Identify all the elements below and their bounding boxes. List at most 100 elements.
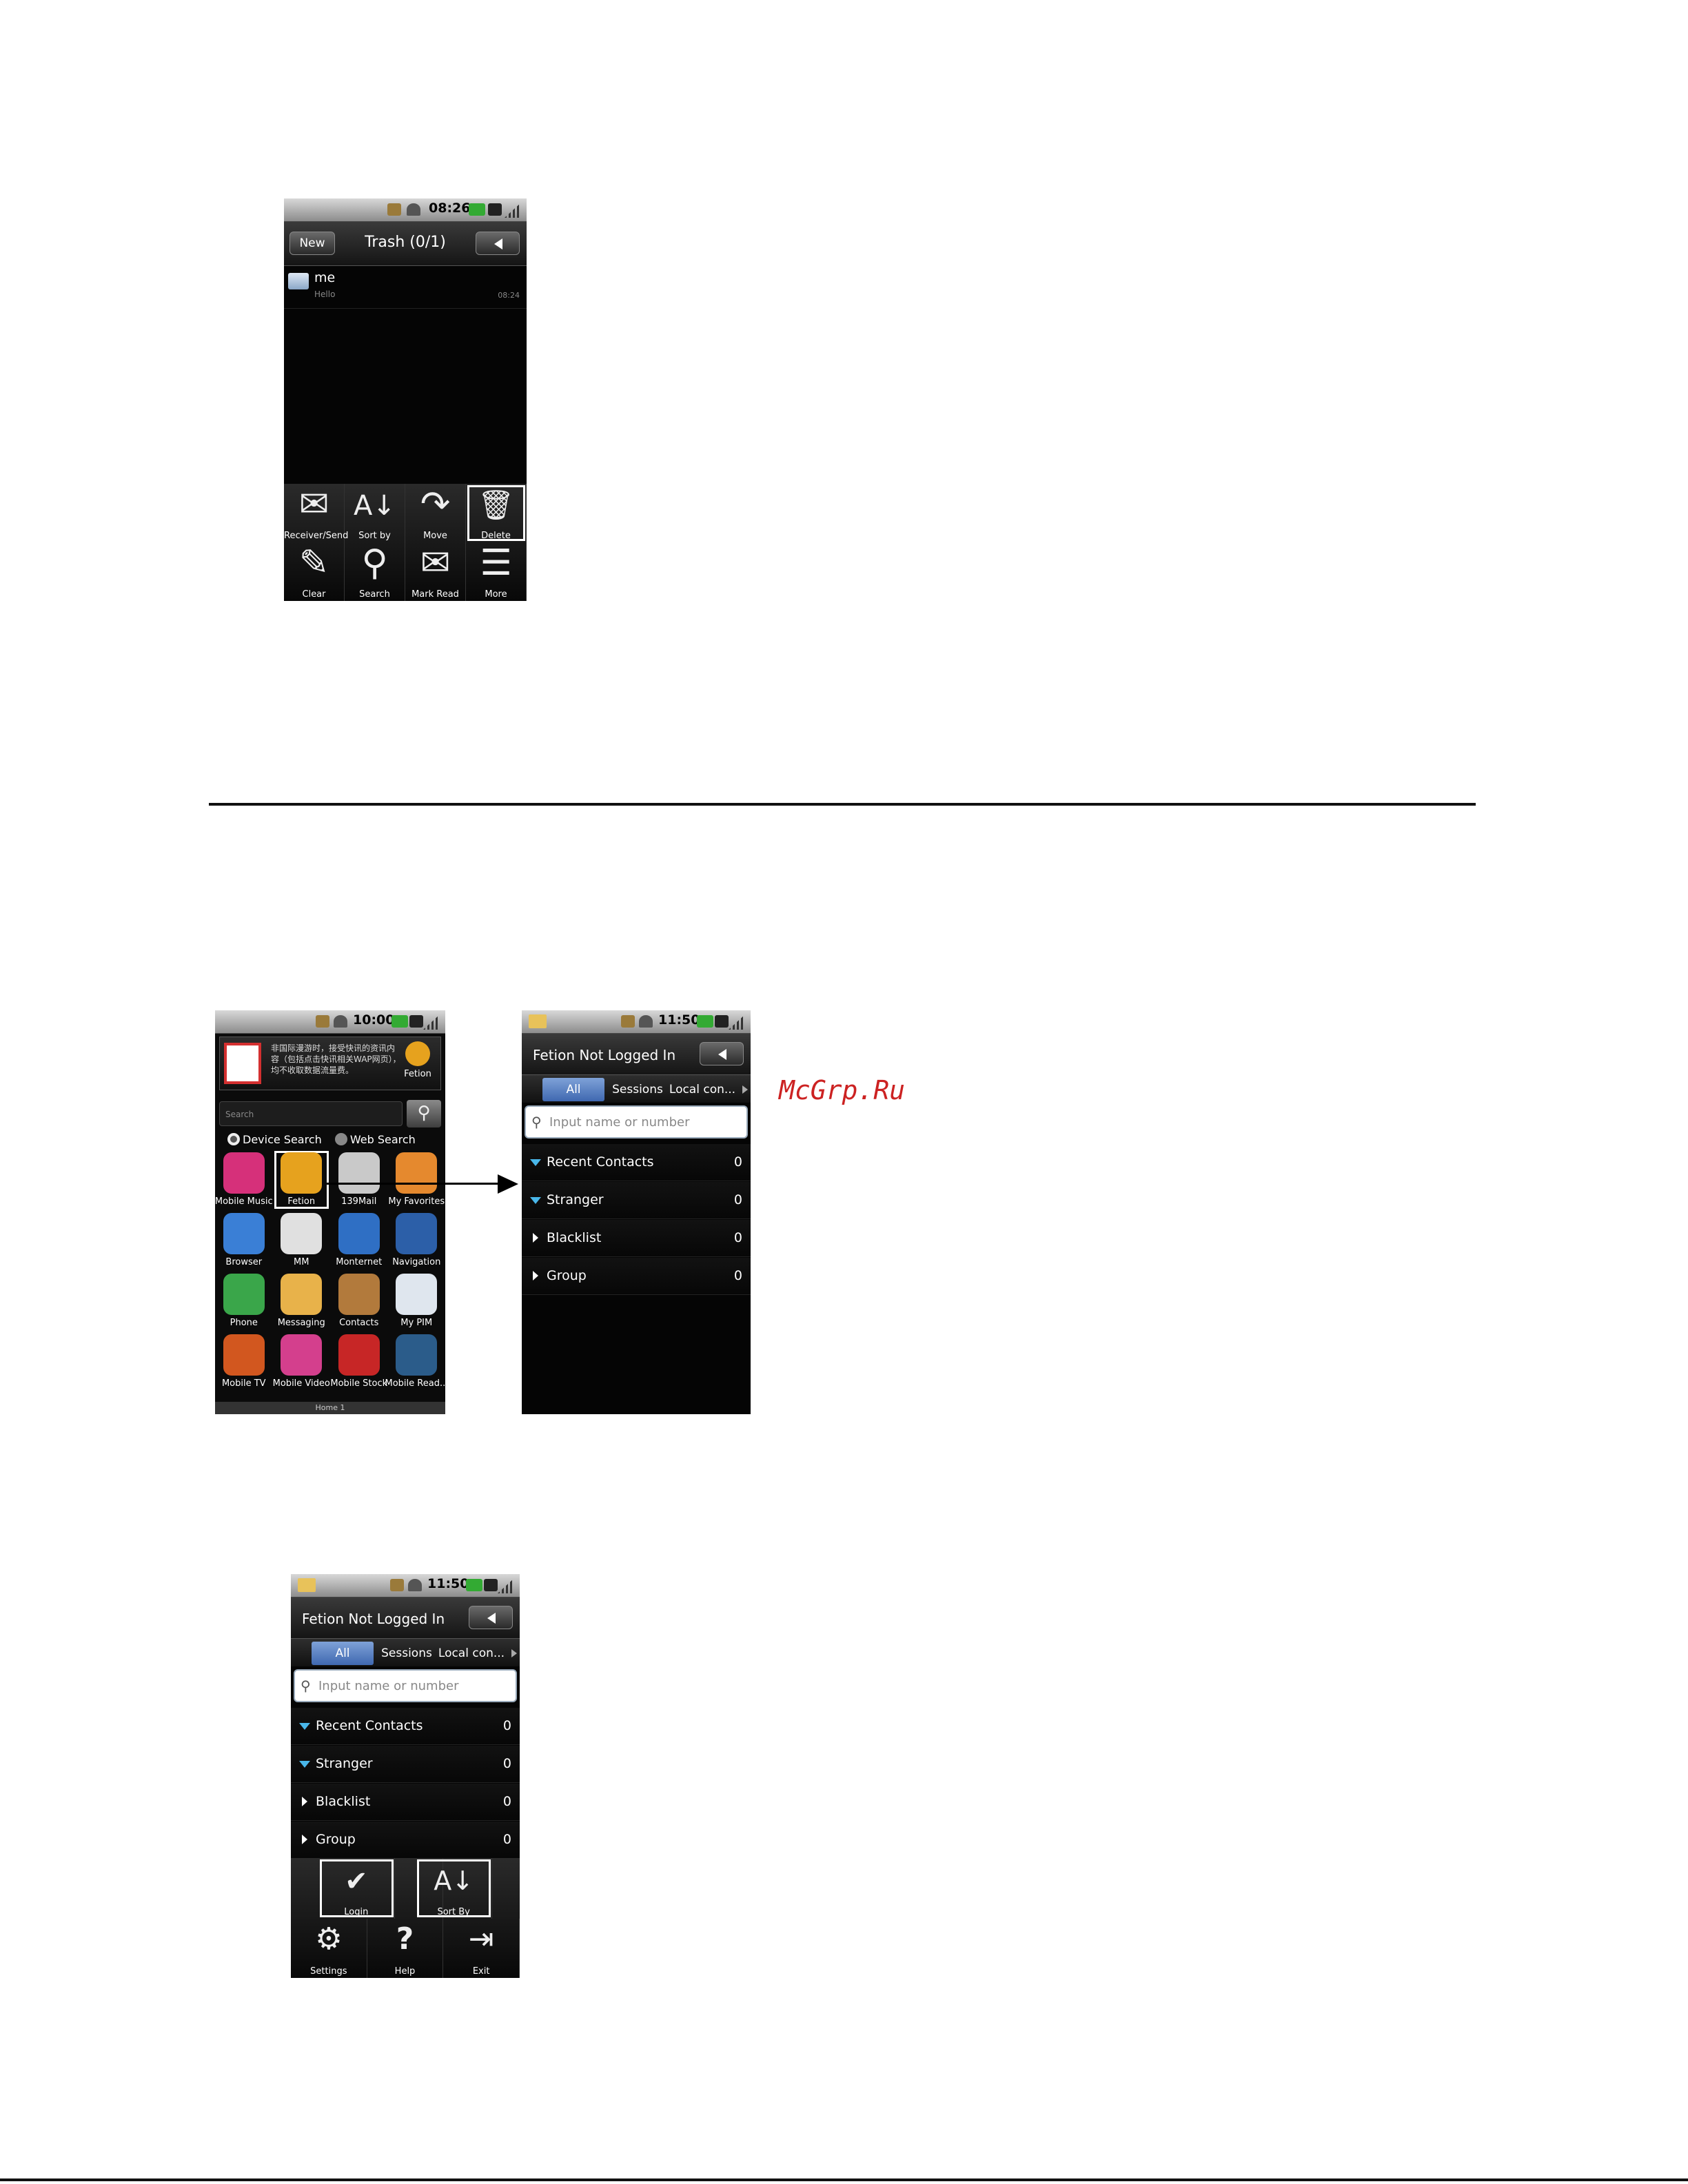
group-stranger[interactable]: Stranger 0 — [522, 1182, 751, 1219]
calendar-icon — [224, 1043, 261, 1084]
web-search-radio[interactable] — [334, 1133, 347, 1145]
receiver-send-menu-item[interactable]: ✉ Receiver/Send — [284, 484, 348, 542]
signal-icon — [423, 1014, 440, 1030]
settings-menu-item[interactable]: ⚙ Settings — [291, 1919, 367, 1978]
battery-icon — [466, 1579, 482, 1591]
chevron-right-icon[interactable] — [742, 1085, 748, 1094]
input-placeholder: Input name or number — [318, 1679, 459, 1693]
collapsed-icon — [302, 1797, 307, 1806]
app-mobile-tv[interactable]: Mobile TV — [215, 1331, 273, 1392]
app-mobile-video[interactable]: Mobile Video — [273, 1331, 331, 1392]
status-time: 10:00 — [353, 1012, 395, 1028]
back-button[interactable] — [476, 232, 520, 255]
app-label: Mobile Video — [272, 1378, 330, 1389]
group-recent-contacts[interactable]: Recent Contacts 0 — [291, 1708, 520, 1745]
app-icon — [281, 1152, 323, 1194]
clear-menu-item[interactable]: ✎ Clear — [284, 542, 345, 601]
app-label: Mobile Music — [215, 1196, 273, 1207]
fetion-widget[interactable]: Fetion — [400, 1041, 435, 1079]
move-menu-item[interactable]: ↷ Move — [405, 484, 466, 542]
tab-sessions[interactable]: Sessions — [378, 1642, 436, 1665]
more-menu-item[interactable]: ☰ More — [466, 542, 527, 601]
app-139mail[interactable]: 139Mail — [330, 1150, 388, 1210]
app-messaging[interactable]: Messaging — [273, 1271, 331, 1331]
tab-all[interactable]: All — [542, 1078, 604, 1101]
chevron-right-icon[interactable] — [511, 1649, 517, 1657]
home-screenshot: 10:00 非国际漫游时，接受快讯的资讯内容（包括点击快讯相关WAP网页），均不… — [215, 1010, 445, 1414]
contact-search-input[interactable]: ⚲ Input name or number — [294, 1669, 517, 1702]
app-label: Mobile Read... — [385, 1378, 446, 1389]
more-icon: ☰ — [480, 542, 512, 584]
back-button[interactable] — [469, 1606, 513, 1629]
contact-search-input[interactable]: ⚲ Input name or number — [525, 1105, 748, 1139]
app-my-pim[interactable]: My PIM — [388, 1271, 446, 1331]
help-menu-item[interactable]: ? Help — [367, 1919, 444, 1978]
exit-menu-item[interactable]: ⇥ Exit — [443, 1919, 520, 1978]
group-count: 0 — [502, 1794, 511, 1809]
watermark: McGrp.Ru — [779, 1075, 906, 1105]
group-count: 0 — [733, 1192, 742, 1207]
app-icon — [223, 1152, 265, 1194]
status-bar: 08:26 — [284, 198, 527, 222]
app-icon — [338, 1213, 380, 1254]
tab-sessions[interactable]: Sessions — [609, 1078, 667, 1101]
battery-icon — [469, 203, 485, 216]
delete-menu-item[interactable]: 🗑 Delete — [466, 484, 527, 542]
app-icon — [338, 1274, 380, 1315]
app-navigation[interactable]: Navigation — [388, 1210, 446, 1271]
back-button[interactable] — [700, 1042, 744, 1065]
app-mobile-stock[interactable]: Mobile Stock — [330, 1331, 388, 1392]
app-mm[interactable]: MM — [273, 1210, 331, 1271]
app-browser[interactable]: Browser — [215, 1210, 273, 1271]
news-banner[interactable]: 非国际漫游时，接受快讯的资讯内容（包括点击快讯相关WAP网页），均不收取数据流量… — [219, 1037, 441, 1090]
app-label: 139Mail — [341, 1196, 377, 1207]
sort-by-menu-item[interactable]: A↓ Sort By — [416, 1858, 492, 1919]
search-row: Search ⚲ — [219, 1100, 441, 1129]
group-count: 0 — [502, 1756, 511, 1771]
collapsed-icon — [533, 1271, 538, 1280]
app-monternet[interactable]: Monternet — [330, 1210, 388, 1271]
expanded-icon — [299, 1723, 310, 1730]
app-icon — [338, 1334, 380, 1376]
app-mobile-read[interactable]: Mobile Read... — [385, 1331, 446, 1392]
app-phone[interactable]: Phone — [215, 1271, 273, 1331]
tab-local-contacts[interactable]: Local con... — [437, 1642, 506, 1665]
group-group[interactable]: Group 0 — [522, 1258, 751, 1295]
envelopes-icon: ✉ — [298, 484, 329, 525]
app-icon — [223, 1334, 265, 1376]
web-search-label: Web Search — [349, 1133, 416, 1146]
flow-arrow — [327, 1183, 498, 1185]
app-label: Mobile TV — [221, 1378, 266, 1389]
search-button[interactable]: ⚲ — [407, 1100, 441, 1127]
signal-icon — [729, 1014, 745, 1030]
message-row[interactable]: me Hello 08:24 — [284, 267, 527, 309]
tab-local-contacts[interactable]: Local con... — [668, 1078, 737, 1101]
device-search-radio[interactable] — [227, 1133, 240, 1145]
app-icon — [396, 1152, 438, 1194]
group-blacklist[interactable]: Blacklist 0 — [522, 1220, 751, 1257]
tab-all[interactable]: All — [312, 1642, 374, 1665]
group-stranger[interactable]: Stranger 0 — [291, 1746, 520, 1783]
app-my-favorites[interactable]: My Favorites — [388, 1150, 446, 1210]
search-scope: Device Search Web Search — [227, 1133, 416, 1146]
banner-text: 非国际漫游时，接受快讯的资讯内容（包括点击快讯相关WAP网页），均不收取数据流量… — [271, 1043, 401, 1075]
search-input[interactable]: Search — [219, 1101, 403, 1126]
app-mobile-music[interactable]: Mobile Music — [215, 1150, 273, 1210]
mark-read-menu-item[interactable]: ✉ Mark Read — [405, 542, 466, 601]
envelope-icon: ✉ — [420, 542, 451, 584]
network-icon — [715, 1015, 729, 1028]
sort-by-menu-item[interactable]: A↓ Sort by — [345, 484, 405, 542]
group-group[interactable]: Group 0 — [291, 1821, 520, 1859]
search-menu-item[interactable]: ⚲ Search — [345, 542, 405, 601]
app-fetion[interactable]: Fetion — [273, 1150, 331, 1210]
message-time: 08:24 — [498, 291, 520, 300]
group-blacklist[interactable]: Blacklist 0 — [291, 1784, 520, 1821]
network-icon — [484, 1579, 498, 1591]
section-divider — [209, 803, 1476, 806]
group-recent-contacts[interactable]: Recent Contacts 0 — [522, 1144, 751, 1181]
expanded-icon — [530, 1197, 541, 1204]
status-bar: 10:00 — [215, 1010, 445, 1034]
app-icon — [338, 1152, 380, 1194]
sd-card-icon — [387, 203, 401, 216]
app-contacts[interactable]: Contacts — [330, 1271, 388, 1331]
